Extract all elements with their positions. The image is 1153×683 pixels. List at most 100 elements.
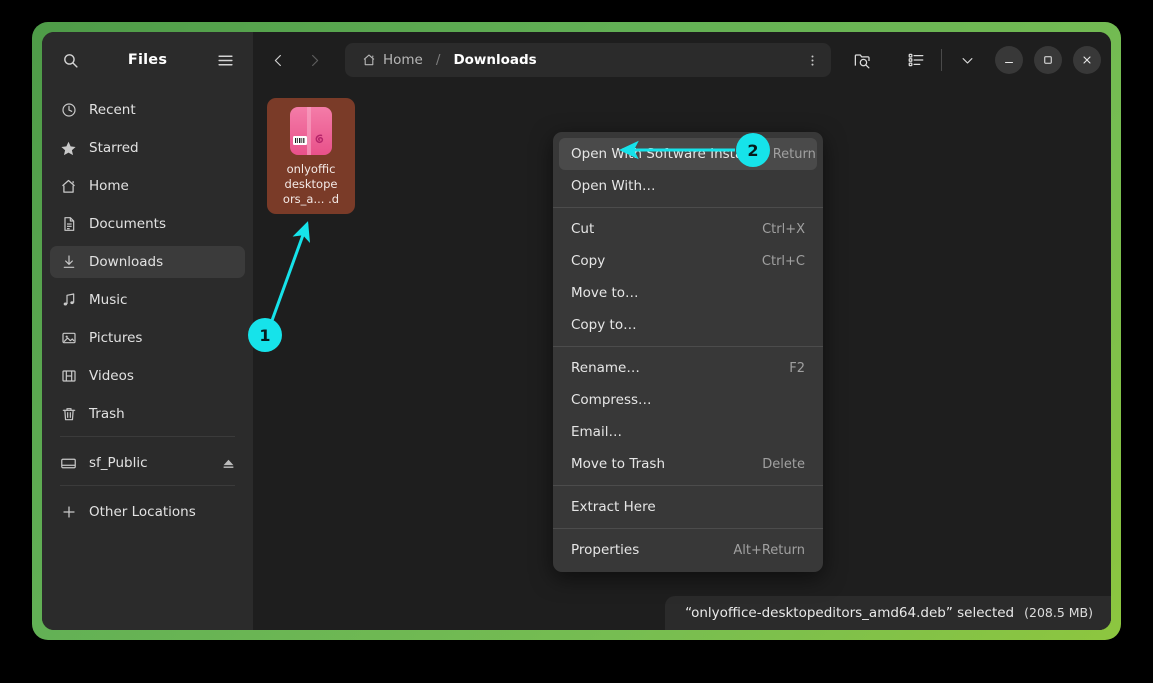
menu-item-label: Email… <box>571 424 622 440</box>
sidebar-item-label: Trash <box>89 406 125 422</box>
house-icon <box>60 178 77 195</box>
clock-icon <box>60 102 77 119</box>
menu-item-compress[interactable]: Compress… <box>559 384 817 416</box>
menu-item-label: Move to Trash <box>571 456 665 472</box>
list-view-icon[interactable] <box>899 43 933 77</box>
maximize-icon <box>1042 54 1054 66</box>
breadcrumb-separator: / <box>436 52 441 68</box>
context-menu[interactable]: Open With Software Install Return Open W… <box>553 132 823 572</box>
header-bar: Home / Downloads <box>253 32 1111 88</box>
maximize-button[interactable] <box>1034 46 1062 74</box>
breadcrumb-home-label: Home <box>383 52 423 68</box>
menu-divider <box>553 207 823 208</box>
film-icon <box>60 368 77 385</box>
sidebar-item-label: Starred <box>89 140 139 156</box>
sidebar-divider <box>60 485 235 486</box>
file-name-line: onlyoffic <box>271 162 351 177</box>
file-name-line: ors_a... .d <box>271 192 351 207</box>
menu-item-label: Properties <box>571 542 639 558</box>
trash-icon <box>60 406 77 423</box>
selection-size-text: (208.5 MB) <box>1024 605 1093 620</box>
star-icon <box>60 140 77 157</box>
plus-icon <box>60 504 77 521</box>
window-body: Files Recent <box>42 32 1111 630</box>
sidebar-item-pictures[interactable]: Pictures <box>50 322 245 354</box>
sidebar-item-music[interactable]: Music <box>50 284 245 316</box>
sidebar-item-label: Documents <box>89 216 166 232</box>
document-icon <box>60 216 77 233</box>
sidebar-item-recent[interactable]: Recent <box>50 94 245 126</box>
sidebar-item-label: Other Locations <box>89 504 196 520</box>
menu-item-properties[interactable]: Properties Alt+Return <box>559 534 817 566</box>
menu-item-extract-here[interactable]: Extract Here <box>559 491 817 523</box>
menu-item-label: Cut <box>571 221 594 237</box>
sidebar-item-label: Home <box>89 178 129 194</box>
files-application-window: Files Recent <box>42 32 1111 630</box>
sidebar-item-label: Downloads <box>89 254 163 270</box>
menu-item-label: Move to… <box>571 285 639 301</box>
menu-item-accelerator: Alt+Return <box>711 543 805 558</box>
file-name-line: desktope <box>271 177 351 192</box>
menu-item-label: Extract Here <box>571 499 656 515</box>
menu-item-cut[interactable]: Cut Ctrl+X <box>559 213 817 245</box>
forward-button[interactable] <box>297 43 331 77</box>
menu-divider <box>553 528 823 529</box>
menu-item-move-to-trash[interactable]: Move to Trash Delete <box>559 448 817 480</box>
sidebar-item-sf-public[interactable]: sf_Public <box>50 447 245 479</box>
sidebar-item-trash[interactable]: Trash <box>50 398 245 430</box>
house-icon <box>362 53 376 67</box>
file-item-onlyoffice-deb[interactable]: onlyoffic desktope ors_a... .d <box>267 98 355 214</box>
breadcrumb: Home / Downloads <box>345 43 831 77</box>
file-name-label: onlyoffic desktope ors_a... .d <box>271 162 351 208</box>
sidebar-item-documents[interactable]: Documents <box>50 208 245 240</box>
menu-item-accelerator: Ctrl+C <box>740 254 805 269</box>
hamburger-menu-icon[interactable] <box>211 46 239 74</box>
menu-item-copy[interactable]: Copy Ctrl+C <box>559 245 817 277</box>
vertical-dots-icon[interactable] <box>799 47 825 73</box>
sidebar-header: Files <box>42 32 253 88</box>
breadcrumb-item-home[interactable]: Home <box>357 49 428 71</box>
menu-item-label: Open With Software Install <box>571 146 751 162</box>
sidebar-item-label: Music <box>89 292 127 308</box>
drive-icon <box>60 455 77 472</box>
eject-icon[interactable] <box>222 457 235 470</box>
menu-item-rename[interactable]: Rename… F2 <box>559 352 817 384</box>
menu-divider <box>553 346 823 347</box>
sidebar-item-videos[interactable]: Videos <box>50 360 245 392</box>
menu-item-email[interactable]: Email… <box>559 416 817 448</box>
picture-icon <box>60 330 77 347</box>
selection-status-text: “onlyoffice-desktopeditors_amd64.deb” se… <box>685 605 1014 621</box>
sidebar-item-label: Pictures <box>89 330 142 346</box>
breadcrumb-current-label: Downloads <box>453 52 536 68</box>
status-bar: “onlyoffice-desktopeditors_amd64.deb” se… <box>665 596 1111 630</box>
deb-package-icon <box>288 106 334 156</box>
sidebar-item-home[interactable]: Home <box>50 170 245 202</box>
chevron-down-icon[interactable] <box>950 43 984 77</box>
sidebar-item-downloads[interactable]: Downloads <box>50 246 245 278</box>
minimize-icon <box>1003 54 1015 66</box>
menu-item-label: Compress… <box>571 392 652 408</box>
sidebar-item-label: Videos <box>89 368 134 384</box>
menu-item-accelerator: Ctrl+X <box>740 222 805 237</box>
menu-item-open-with-software-install[interactable]: Open With Software Install Return <box>559 138 817 170</box>
menu-item-label: Rename… <box>571 360 640 376</box>
sidebar-item-starred[interactable]: Starred <box>50 132 245 164</box>
minimize-button[interactable] <box>995 46 1023 74</box>
close-button[interactable] <box>1073 46 1101 74</box>
folder-search-icon[interactable] <box>845 43 879 77</box>
menu-item-open-with[interactable]: Open With… <box>559 170 817 202</box>
breadcrumb-item-downloads[interactable]: Downloads <box>448 49 541 71</box>
download-icon <box>60 254 77 271</box>
menu-item-move-to[interactable]: Move to… <box>559 277 817 309</box>
sidebar: Files Recent <box>42 32 253 630</box>
menu-item-label: Open With… <box>571 178 656 194</box>
search-icon[interactable] <box>56 46 84 74</box>
menu-item-label: Copy to… <box>571 317 637 333</box>
back-button[interactable] <box>261 43 295 77</box>
music-note-icon <box>60 292 77 309</box>
annotation-marker-1: 1 <box>248 318 282 352</box>
toolbar-divider <box>941 49 942 71</box>
menu-item-copy-to[interactable]: Copy to… <box>559 309 817 341</box>
annotation-marker-2: 2 <box>736 133 770 167</box>
sidebar-item-other-locations[interactable]: Other Locations <box>50 496 245 528</box>
